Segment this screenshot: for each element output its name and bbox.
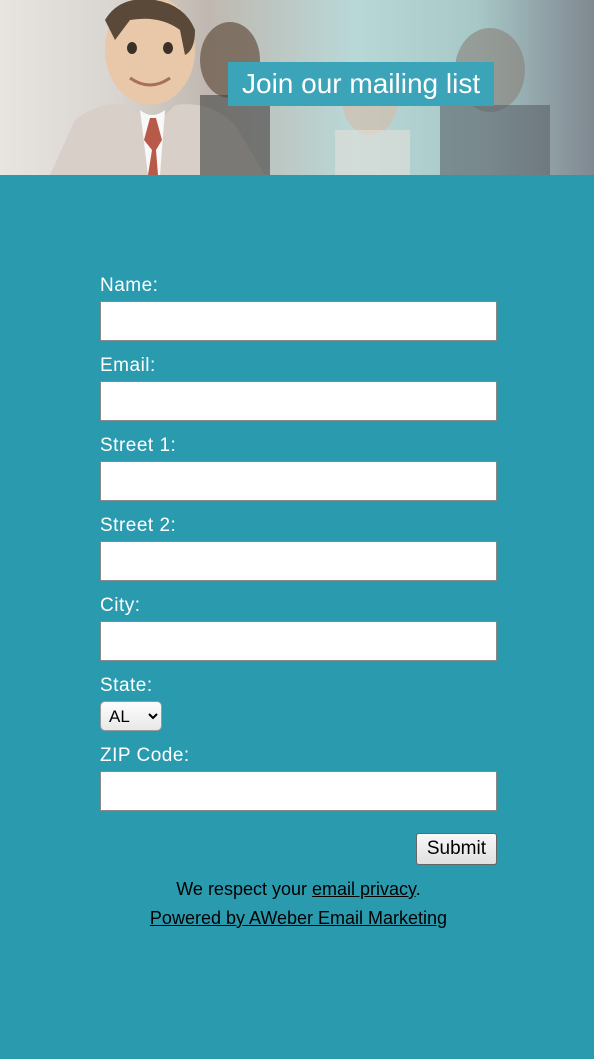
name-input[interactable] bbox=[100, 301, 497, 341]
banner-image: Join our mailing list bbox=[0, 0, 594, 175]
zip-input[interactable] bbox=[100, 771, 497, 811]
email-input[interactable] bbox=[100, 381, 497, 421]
state-select[interactable]: AL bbox=[100, 701, 162, 731]
privacy-prefix: We respect your bbox=[176, 879, 312, 899]
street1-label: Street 1: bbox=[100, 435, 546, 457]
privacy-suffix: . bbox=[416, 879, 421, 899]
email-privacy-link[interactable]: email privacy bbox=[312, 879, 416, 899]
signup-form: Name: Email: Street 1: Street 2: City: S… bbox=[0, 175, 594, 1059]
city-input[interactable] bbox=[100, 621, 497, 661]
submit-button[interactable]: Submit bbox=[416, 833, 497, 865]
privacy-text: We respect your email privacy. bbox=[100, 879, 497, 900]
banner-title: Join our mailing list bbox=[228, 62, 494, 106]
state-label: State: bbox=[100, 675, 546, 697]
powered-by-link[interactable]: Powered by AWeber Email Marketing bbox=[150, 908, 447, 928]
street2-input[interactable] bbox=[100, 541, 497, 581]
street2-label: Street 2: bbox=[100, 515, 546, 537]
name-label: Name: bbox=[100, 275, 546, 297]
zip-label: ZIP Code: bbox=[100, 745, 546, 767]
street1-input[interactable] bbox=[100, 461, 497, 501]
city-label: City: bbox=[100, 595, 546, 617]
email-label: Email: bbox=[100, 355, 546, 377]
